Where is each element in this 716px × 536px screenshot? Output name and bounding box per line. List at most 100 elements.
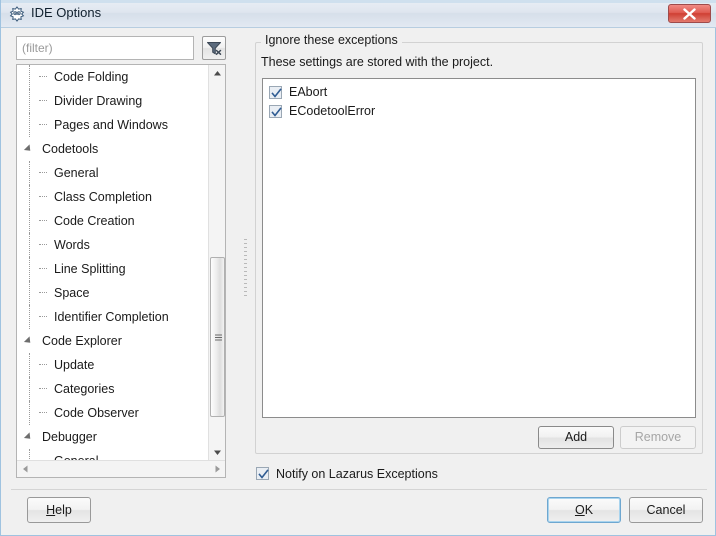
panel-splitter[interactable] [241,64,251,478]
tree-guide-line [29,161,31,185]
tree-item-label: Code Folding [54,69,129,84]
tree-guide-line [29,281,31,305]
groupbox-description: These settings are stored with the proje… [261,55,494,69]
tree-item-label: Class Completion [54,189,152,204]
tree-item-label: Code Explorer [42,333,122,348]
help-label-rest: elp [55,503,72,517]
tree-item-label: General [54,165,99,180]
tree-item-general[interactable]: General [17,161,209,185]
tree-item-words[interactable]: Words [17,233,209,257]
splitter-grip-icon [244,239,247,299]
tree-elbow-line [39,268,47,270]
add-button[interactable]: Add [538,426,614,449]
notify-label: Notify on Lazarus Exceptions [276,467,438,481]
tree-guide-line [29,65,31,89]
tree-item-categories[interactable]: Categories [17,377,209,401]
tree-scrollbar-thumb[interactable] [210,257,225,417]
tree-item-label: Code Observer [54,405,139,420]
help-button[interactable]: Help [27,497,91,523]
exception-row[interactable]: ECodetoolError [263,102,695,121]
tree-item-line-splitting[interactable]: Line Splitting [17,257,209,281]
expander-triangle-icon[interactable] [23,144,34,154]
tree-item-label: Pages and Windows [54,117,168,132]
expander-triangle-icon[interactable] [23,336,34,346]
checkmark-icon [271,107,282,117]
filter-row [16,36,226,60]
notify-checkbox[interactable] [256,467,269,480]
tree-item-code-explorer[interactable]: Code Explorer [17,329,209,353]
tree-elbow-line [39,364,47,366]
filter-clear-button[interactable] [202,36,226,60]
tree-item-update[interactable]: Update [17,353,209,377]
ok-button[interactable]: OK [547,497,621,523]
tree-guide-line [29,401,31,425]
tree-elbow-line [39,76,47,78]
tree-elbow-line [39,412,47,414]
cancel-button[interactable]: Cancel [629,497,703,523]
tree-item-label: Space [54,285,90,300]
tree-item-label: Debugger [42,429,97,444]
notify-lazarus-exceptions-row[interactable]: Notify on Lazarus Exceptions [256,465,438,483]
filter-input[interactable] [16,36,194,60]
tree-item-code-creation[interactable]: Code Creation [17,209,209,233]
tree-item-code-folding[interactable]: Code Folding [17,65,209,89]
checkmark-icon [271,88,282,98]
tree-item-space[interactable]: Space [17,281,209,305]
tree-item-pages-and-windows[interactable]: Pages and Windows [17,113,209,137]
tree-item-label: Categories [54,381,115,396]
tree-item-label: Identifier Completion [54,309,169,324]
ide-options-dialog: IDE Options Code Folding Divider Drawing P… [0,0,716,536]
tree-guide-line [29,377,31,401]
exception-checkbox[interactable] [269,86,282,99]
exception-checkbox[interactable] [269,105,282,118]
title-bar: IDE Options [1,0,716,28]
expander-triangle-icon[interactable] [23,432,34,442]
filter-funnel-clear-icon [207,42,222,55]
exception-label: EAbort [289,85,328,99]
tree-guide-line [29,89,31,113]
tree-elbow-line [39,220,47,222]
tree-elbow-line [39,124,47,126]
tree-item-label: Divider Drawing [54,93,143,108]
tree-item-label: Update [54,357,95,372]
tree-elbow-line [39,100,47,102]
ok-accel: O [574,503,585,517]
scroll-left-arrow-icon[interactable] [17,461,34,477]
ok-label-rest: K [584,503,594,517]
groupbox-title: Ignore these exceptions [261,33,402,47]
tree-elbow-line [39,316,47,318]
tree-guide-line [29,305,31,329]
tree-item-label: Words [54,237,90,252]
exception-row[interactable]: EAbort [263,83,695,102]
close-icon [683,8,696,20]
lazarus-app-icon [9,6,25,22]
tree-item-class-completion[interactable]: Class Completion [17,185,209,209]
tree-guide-line [29,233,31,257]
options-tree-panel: Code Folding Divider Drawing Pages and Win… [16,64,226,478]
tree-guide-line [29,353,31,377]
exceptions-list[interactable]: EAbort ECodetoolError [262,78,696,418]
tree-item-debugger[interactable]: Debugger [17,425,209,449]
tree-vertical-scrollbar[interactable] [208,65,225,461]
close-button[interactable] [668,4,711,23]
tree-guide-line [29,209,31,233]
window-title: IDE Options [31,5,102,20]
tree-guide-line [29,257,31,281]
tree-item-code-observer[interactable]: Code Observer [17,401,209,425]
tree-item-divider-drawing[interactable]: Divider Drawing [17,89,209,113]
options-tree[interactable]: Code Folding Divider Drawing Pages and Win… [17,65,209,461]
tree-guide-line [29,185,31,209]
tree-item-identifier-completion[interactable]: Identifier Completion [17,305,209,329]
tree-item-label: Line Splitting [54,261,126,276]
tree-guide-line [29,113,31,137]
footer-divider [11,489,707,490]
scroll-up-arrow-icon[interactable] [209,65,225,82]
help-accel: H [46,503,56,517]
scroll-right-arrow-icon[interactable] [209,461,225,477]
tree-elbow-line [39,172,47,174]
tree-item-codetools[interactable]: Codetools [17,137,209,161]
tree-horizontal-scrollbar[interactable] [17,460,225,477]
remove-button: Remove [620,426,696,449]
scroll-down-arrow-icon[interactable] [209,444,225,461]
tree-elbow-line [39,388,47,390]
